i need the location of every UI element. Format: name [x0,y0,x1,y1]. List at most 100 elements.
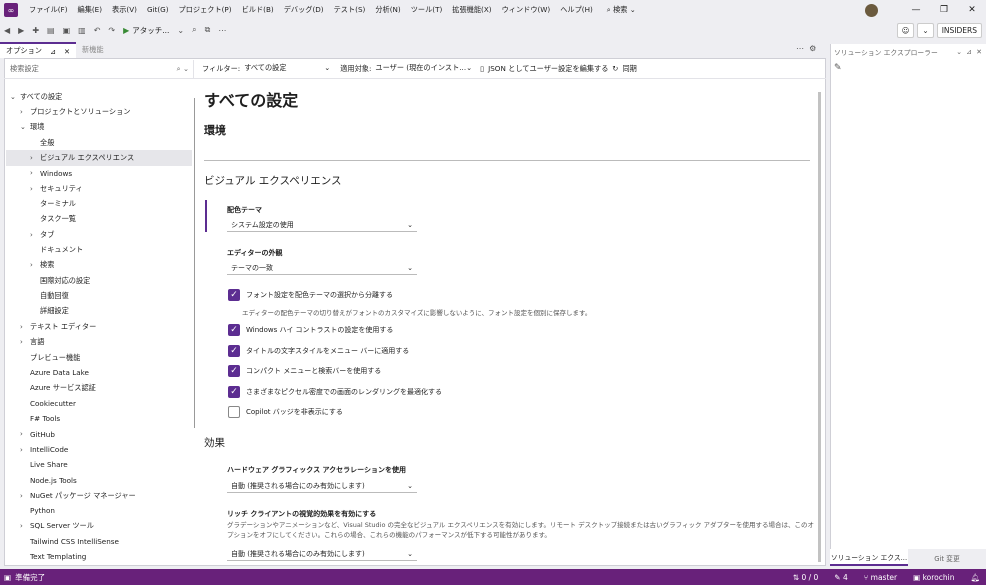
rich-effects-select[interactable]: 自動 (推奨される場合にのみ有効にします) ⌄ [227,547,417,561]
tree-item[interactable]: Azure Data Lake [6,365,192,380]
close-tab-icon[interactable]: ✕ [64,47,70,56]
repo-selector[interactable]: ▣ korochin [913,573,954,582]
copilot-icon[interactable]: ☺ [896,22,915,38]
checkmark-icon[interactable]: ✓ [228,365,240,377]
gear-icon[interactable]: ⚙ [809,44,816,53]
checkbox-empty-icon[interactable] [228,406,240,418]
menu-item[interactable]: テスト(S) [329,5,371,15]
chevron-down-icon[interactable]: ⌄ [10,93,20,101]
chevron-right-icon[interactable]: › [20,492,30,500]
attach-button[interactable]: アタッチ... [119,25,173,36]
tree-item[interactable]: F# Tools [6,411,192,426]
chevron-right-icon[interactable]: › [20,430,30,438]
tree-item[interactable]: 全般 [6,135,192,150]
tree-item[interactable]: ⌄ 環境 [6,120,192,135]
tree-item[interactable]: › 検索 [6,258,192,273]
tree-item[interactable]: 詳細設定 [6,304,192,319]
back-icon[interactable]: ◀ [0,26,14,35]
chevron-right-icon[interactable]: › [30,169,40,177]
tree-item[interactable]: 国際対応の設定 [6,273,192,288]
chevron-down-icon[interactable]: ⌄ [956,48,962,56]
copilot-dropdown-icon[interactable]: ⌄ [917,22,934,38]
menu-item[interactable]: プロジェクト(P) [174,5,237,15]
setting-checkbox[interactable]: Copilot バッジを非表示にする [228,406,343,418]
new-item-icon[interactable]: ✚ [28,26,43,35]
menu-item[interactable]: 編集(E) [73,5,108,15]
tab-overflow-icon[interactable]: ⋯ [796,44,804,53]
chevron-down-icon[interactable]: ⌄ [20,123,30,131]
tree-item[interactable]: › IntelliCode [6,442,192,457]
tree-item[interactable]: Live Share [6,457,192,472]
checkmark-icon[interactable]: ✓ [228,324,240,336]
redo-icon[interactable]: ↷ [104,26,119,35]
menu-item[interactable]: 分析(N) [370,5,405,15]
overflow-icon[interactable]: ⋯ [214,26,230,35]
find-icon[interactable]: ⌕ [188,25,200,35]
notifications-icon[interactable]: 🔔︎ [970,573,980,582]
tree-item[interactable]: タスク一覧 [6,212,192,227]
chevron-right-icon[interactable]: › [30,231,40,239]
tree-item[interactable]: ⌄ すべての設定 [6,89,192,104]
menu-item[interactable]: 拡張機能(X) [447,5,496,15]
visual-studio-logo-icon[interactable]: ∞ [4,3,18,17]
chevron-right-icon[interactable]: › [20,446,30,454]
tree-item[interactable]: › プロジェクトとソリューション [6,104,192,119]
editor-appearance-select[interactable]: テーマの一致 ⌄ [227,261,417,275]
checkmark-icon[interactable]: ✓ [228,345,240,357]
sync-status[interactable]: ⇅ 0 / 0 [793,573,819,582]
pending-changes[interactable]: ✎ 4 [834,573,847,582]
menu-item[interactable]: ビルド(B) [237,5,279,15]
branch-selector[interactable]: ⑂ master [864,573,897,582]
chevron-right-icon[interactable]: › [30,261,40,269]
menu-item[interactable]: ツール(T) [406,5,448,15]
menu-item[interactable]: ウィンドウ(W) [497,5,556,15]
tree-item[interactable]: Python [6,503,192,518]
vertical-scrollbar[interactable] [818,92,821,562]
chevron-right-icon[interactable]: › [20,522,30,530]
tab-git-changes[interactable]: Git 変更 [908,549,986,566]
tab-solution-explorer[interactable]: ソリューション エクス... [830,549,908,566]
scope-dropdown[interactable]: 適用対象: ユーザー (現在のインスト... ⌄ [340,63,472,74]
setting-checkbox[interactable]: ✓ Windows ハイ コントラストの設定を使用する [228,324,393,336]
menu-item[interactable]: ファイル(F) [24,5,73,15]
hw-accel-select[interactable]: 自動 (推奨される場合にのみ有効にします) ⌄ [227,479,417,493]
tab-whats-new[interactable]: 新機能 [76,42,110,58]
save-icon[interactable]: ▣ [59,26,75,35]
tree-item[interactable]: › セキュリティ [6,181,192,196]
minimize-icon[interactable]: — [902,5,930,15]
tree-item[interactable]: Azure サービス認証 [6,381,192,396]
checkmark-icon[interactable]: ✓ [228,386,240,398]
tree-item[interactable]: プレビュー機能 [6,350,192,365]
restore-icon[interactable]: ❐ [930,5,958,15]
pin-icon[interactable]: ⊿ [50,47,56,56]
tree-item[interactable]: Tailwind CSS IntelliSense [6,534,192,549]
tree-item[interactable]: 自動回復 [6,288,192,303]
tree-item[interactable]: › SQL Server ツール [6,519,192,534]
wrench-icon[interactable]: ✎ [834,63,842,73]
tree-splitter[interactable] [194,98,195,428]
tree-item[interactable]: › タブ [6,227,192,242]
tree-item[interactable]: › 言語 [6,335,192,350]
chevron-right-icon[interactable]: › [30,154,40,162]
tree-item[interactable]: ドキュメント [6,242,192,257]
forward-icon[interactable]: ▶ [14,26,28,35]
close-icon[interactable]: ✕ [958,5,986,15]
pin-icon[interactable]: ⊿ [966,48,972,56]
undo-icon[interactable]: ↶ [90,26,105,35]
tree-item[interactable]: › ビジュアル エクスペリエンス [6,150,192,166]
menu-item[interactable]: 表示(V) [107,5,142,15]
chevron-right-icon[interactable]: › [30,185,40,193]
open-icon[interactable]: ▤ [43,26,59,35]
tree-item[interactable]: › テキスト エディター [6,319,192,334]
insiders-badge[interactable]: INSIDERS [936,22,982,38]
tree-item[interactable]: Cookiecutter [6,396,192,411]
chevron-right-icon[interactable]: › [20,338,30,346]
tree-item[interactable]: ターミナル [6,196,192,211]
color-theme-select[interactable]: システム設定の使用 ⌄ [227,218,417,232]
chevron-right-icon[interactable]: › [20,108,30,116]
search-menu[interactable]: ⌕ 検索 ⌄ [602,5,641,15]
window-icon[interactable]: ⧉ [201,25,215,35]
tab-options[interactable]: オプション ⊿ ✕ [0,42,77,58]
setting-checkbox[interactable]: ✓ コンパクト メニューと検索バーを使用する [228,365,381,377]
tree-item[interactable]: › GitHub [6,427,192,442]
